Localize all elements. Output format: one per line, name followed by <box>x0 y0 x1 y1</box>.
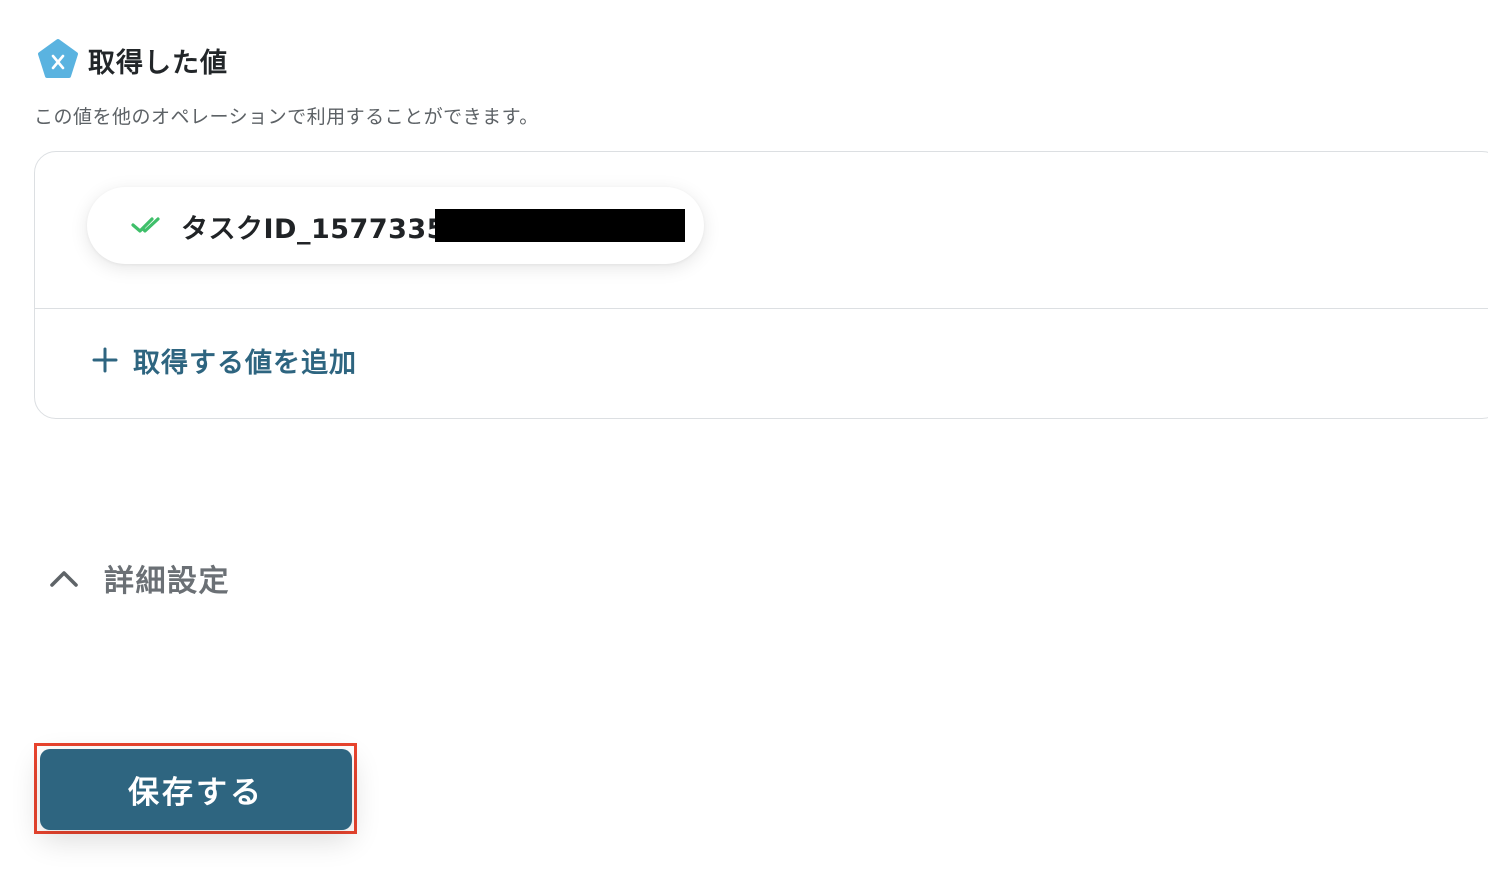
add-value-label: 取得する値を追加 <box>133 347 357 379</box>
value-chip[interactable]: タスクID_1577335 <box>87 187 704 264</box>
section-title: 取得した値 <box>88 47 228 79</box>
values-card: タスクID_1577335 取得する値を追加 <box>34 151 1488 419</box>
section-header: 取得した値 <box>36 38 228 82</box>
values-list: タスクID_1577335 <box>35 152 1488 309</box>
section-description: この値を他のオペレーションで利用することができます。 <box>34 106 539 128</box>
value-chip-label: タスクID_1577335 <box>181 214 446 245</box>
advanced-settings-toggle[interactable]: 詳細設定 <box>48 556 230 600</box>
save-button[interactable]: 保存する <box>40 749 352 830</box>
double-check-icon <box>131 217 160 233</box>
chevron-up-icon <box>50 571 78 587</box>
redacted-value <box>435 209 685 242</box>
variable-x-icon <box>38 39 78 78</box>
add-value-button[interactable]: 取得する値を追加 <box>91 342 357 379</box>
advanced-settings-label: 詳細設定 <box>104 564 230 599</box>
plus-icon <box>92 347 118 373</box>
